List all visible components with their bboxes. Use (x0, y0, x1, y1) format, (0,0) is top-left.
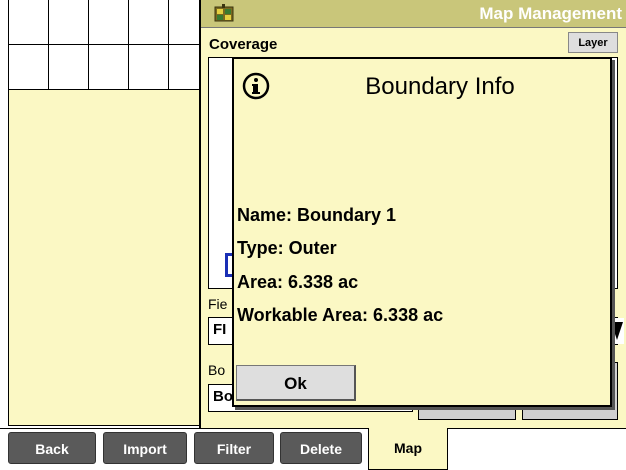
left-panel (8, 90, 200, 426)
tab-back[interactable]: Back (8, 432, 96, 464)
grid-cell[interactable] (169, 45, 200, 90)
left-grid (8, 0, 200, 90)
tab-filter[interactable]: Filter (194, 432, 274, 464)
grid-cell[interactable] (9, 45, 49, 90)
layer-button[interactable]: Layer (568, 32, 618, 53)
grid-cell[interactable] (49, 45, 89, 90)
ok-button[interactable]: Ok (236, 365, 356, 401)
boundary-type: Type: Outer (237, 238, 337, 258)
grid-cell[interactable] (49, 0, 89, 45)
field-label: Fie (208, 296, 228, 312)
workable-area: Workable Area: 6.338 ac (237, 305, 444, 325)
grid-cell[interactable] (9, 0, 49, 45)
boundary-info-dialog (232, 57, 612, 407)
field-dropdown-arrow-icon[interactable] (610, 318, 624, 344)
dialog-title: Boundary Info (365, 73, 515, 100)
info-icon (242, 72, 270, 100)
boundary-label: Bo (208, 362, 226, 378)
boundary-name: Name: Boundary 1 (237, 205, 397, 225)
app-icon (214, 4, 234, 22)
grid-cell[interactable] (129, 45, 169, 90)
boundary-area: Area: 6.338 ac (237, 272, 359, 292)
grid-cell[interactable] (129, 0, 169, 45)
grid-cell[interactable] (169, 0, 200, 45)
tab-import[interactable]: Import (103, 432, 187, 464)
tab-map[interactable]: Map (368, 428, 448, 470)
coverage-label: Coverage (209, 36, 278, 53)
tab-delete[interactable]: Delete (280, 432, 362, 464)
title-bar: Map Management (201, 0, 626, 28)
grid-cell[interactable] (89, 0, 129, 45)
grid-cell[interactable] (89, 45, 129, 90)
page-title: Map Management (479, 4, 622, 23)
